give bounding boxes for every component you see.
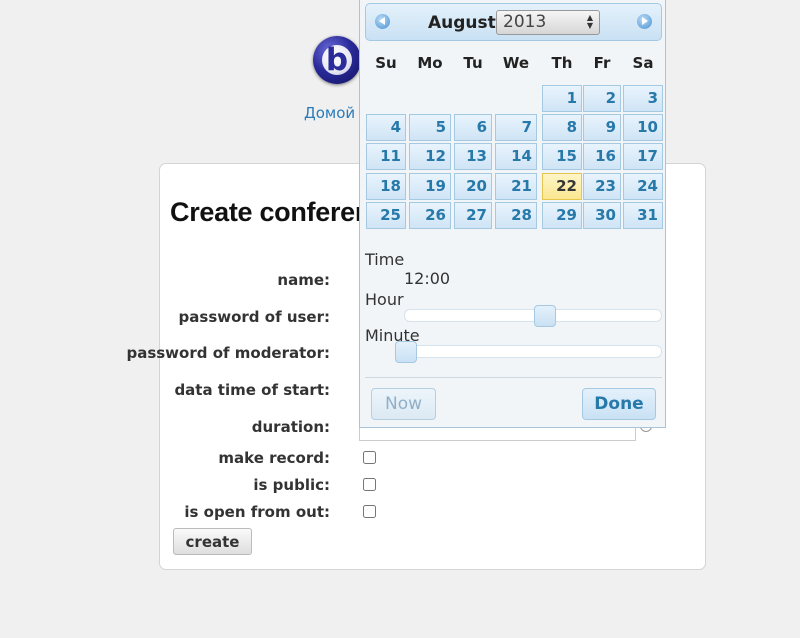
calendar-day[interactable]: 8: [542, 114, 582, 141]
time-value: 12:00: [404, 269, 451, 288]
weekday-sa: Sa: [632, 54, 654, 72]
datepicker-header: August 2013 ▲ ▼: [365, 3, 662, 41]
select-arrows-icon: ▲ ▼: [586, 13, 593, 30]
weekday-we: We: [502, 54, 530, 72]
calendar-day[interactable]: 28: [495, 202, 537, 229]
calendar-day[interactable]: 11: [366, 143, 406, 170]
calendar-day[interactable]: 27: [454, 202, 492, 229]
nav-home-link[interactable]: Домой: [304, 104, 355, 122]
datetime-picker: August 2013 ▲ ▼ Su Mo Tu We Th Fr Sa 1234567891…: [359, 0, 666, 428]
weekday-th: Th: [551, 54, 573, 72]
calendar-day[interactable]: 15: [542, 143, 582, 170]
next-month-button[interactable]: [637, 14, 652, 29]
calendar-day[interactable]: 17: [623, 143, 663, 170]
calendar-day[interactable]: 3: [623, 85, 663, 112]
calendar-day[interactable]: 9: [583, 114, 621, 141]
calendar-day[interactable]: 19: [409, 173, 451, 200]
datepicker-divider: [365, 377, 662, 378]
calendar-day[interactable]: 12: [409, 143, 451, 170]
calendar-day[interactable]: 7: [495, 114, 537, 141]
chevron-left-icon: [379, 17, 385, 25]
calendar-day[interactable]: 16: [583, 143, 621, 170]
calendar-day[interactable]: 4: [366, 114, 406, 141]
calendar-day[interactable]: 10: [623, 114, 663, 141]
hour-slider[interactable]: [404, 305, 662, 327]
calendar-day[interactable]: 30: [583, 202, 621, 229]
calendar-day[interactable]: 1: [542, 85, 582, 112]
calendar-day[interactable]: 23: [583, 173, 621, 200]
calendar-day[interactable]: 6: [454, 114, 492, 141]
duration-label: duration:: [251, 418, 330, 436]
calendar-day[interactable]: 5: [409, 114, 451, 141]
create-button[interactable]: create: [173, 528, 252, 555]
month-label: August: [428, 13, 496, 33]
now-button[interactable]: Now: [371, 388, 436, 420]
calendar-day[interactable]: 2: [583, 85, 621, 112]
calendar-day[interactable]: 20: [454, 173, 492, 200]
calendar-day[interactable]: 18: [366, 173, 406, 200]
done-button[interactable]: Done: [582, 388, 656, 420]
time-label: Time: [365, 250, 405, 269]
calendar-day[interactable]: 31: [623, 202, 663, 229]
start-time-label: data time of start:: [174, 381, 330, 399]
calendar-day[interactable]: 26: [409, 202, 451, 229]
password-moderator-label: password of moderator:: [126, 344, 330, 362]
make-record-label: make record:: [218, 449, 330, 467]
hour-label: Hour: [365, 290, 404, 309]
minute-slider-handle[interactable]: [395, 341, 417, 363]
calendar-day[interactable]: 24: [623, 173, 663, 200]
calendar-day[interactable]: 21: [495, 173, 537, 200]
year-value: 2013: [503, 12, 547, 32]
bigbluebutton-logo: b: [313, 36, 361, 84]
is-public-checkbox[interactable]: [363, 478, 376, 491]
chevron-right-icon: [642, 17, 648, 25]
is-public-label: is public:: [253, 476, 330, 494]
hour-slider-handle[interactable]: [534, 305, 557, 327]
is-open-label: is open from out:: [184, 503, 330, 521]
weekday-su: Su: [375, 54, 397, 72]
weekday-tu: Tu: [463, 54, 483, 72]
calendar-day[interactable]: 22: [542, 173, 582, 200]
is-open-checkbox[interactable]: [363, 505, 376, 518]
calendar-day[interactable]: 25: [366, 202, 406, 229]
calendar-day[interactable]: 13: [454, 143, 492, 170]
name-label: name:: [277, 271, 330, 289]
calendar-day[interactable]: 29: [542, 202, 582, 229]
make-record-checkbox[interactable]: [363, 451, 376, 464]
weekday-mo: Mo: [417, 54, 443, 72]
password-user-label: password of user:: [178, 308, 330, 326]
calendar-day[interactable]: 14: [495, 143, 537, 170]
weekday-fr: Fr: [593, 54, 611, 72]
prev-month-button[interactable]: [375, 14, 390, 29]
minute-slider[interactable]: [395, 341, 662, 363]
year-select[interactable]: 2013 ▲ ▼: [496, 10, 600, 35]
